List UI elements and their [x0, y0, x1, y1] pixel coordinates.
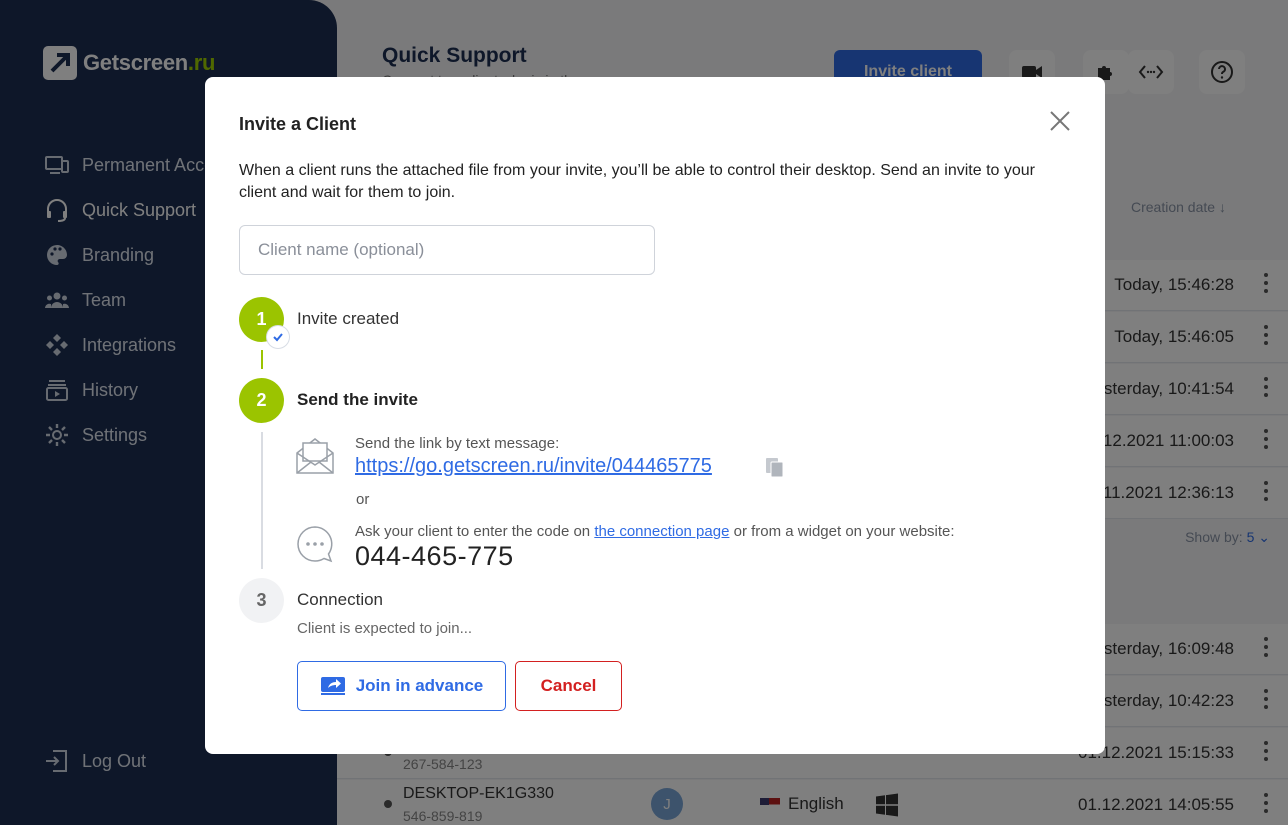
step-3-label: Connection: [297, 590, 384, 609]
copy-icon[interactable]: [764, 456, 786, 478]
cancel-button[interactable]: Cancel: [515, 661, 622, 711]
join-in-advance-button[interactable]: Join in advance: [297, 661, 506, 711]
invite-client-dialog: Invite a Client When a client runs the a…: [205, 77, 1105, 754]
step-connector: [261, 432, 263, 569]
step-connector: [261, 350, 263, 369]
invite-link[interactable]: https://go.getscreen.ru/invite/044465775: [355, 455, 712, 478]
close-button[interactable]: [1048, 109, 1072, 133]
step-1-label: Invite created: [297, 309, 400, 328]
join-button-label: Join in advance: [355, 676, 484, 695]
close-icon: [1050, 111, 1070, 131]
code-prefix: Ask your client to enter the code on: [355, 523, 595, 540]
step-2-label: Send the invite: [297, 390, 418, 409]
sms-label: Send the link by text message:: [355, 435, 560, 452]
or-text: or: [356, 491, 370, 508]
client-name-input[interactable]: [239, 225, 655, 275]
step-2-indicator: 2: [239, 378, 284, 423]
check-icon: [267, 326, 289, 348]
chat-bubble-icon: [297, 526, 333, 563]
connection-code: 044-465-775: [355, 541, 514, 571]
connection-page-link[interactable]: the connection page: [594, 523, 729, 540]
connection-status: Client is expected to join...: [297, 620, 473, 637]
code-suffix: or from a widget on your website:: [729, 523, 955, 540]
dialog-title: Invite a Client: [239, 114, 357, 134]
code-instructions: Ask your client to enter the code on the…: [355, 523, 955, 540]
step-3-indicator: 3: [239, 578, 284, 623]
envelope-icon: [296, 438, 334, 474]
screen-share-icon: [320, 677, 345, 695]
dialog-description: When a client runs the attached file fro…: [239, 162, 1035, 201]
